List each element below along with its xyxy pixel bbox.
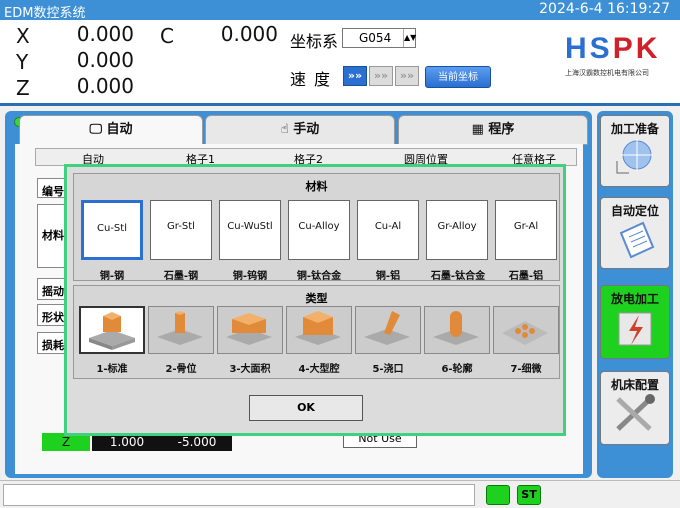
st-indicator: ST — [517, 485, 541, 505]
material-option-cu-al[interactable]: Cu-Al — [357, 200, 419, 260]
sidebar-item-auto-locate[interactable]: 自动定位 — [600, 197, 670, 269]
material-option-gr-al[interactable]: Gr-Al — [495, 200, 557, 260]
axis-x-value: 0.000 — [76, 22, 134, 46]
datetime: 2024-6-4 16:19:27 — [539, 1, 670, 17]
material-option-gr-alloy[interactable]: Gr-Alloy — [426, 200, 488, 260]
type-option-contour[interactable] — [424, 306, 490, 354]
axis-z-value: 0.000 — [76, 74, 134, 98]
type-option-rib[interactable] — [148, 306, 214, 354]
company-logo: HSPK 上海汉霸数控机电有限公司 — [565, 32, 669, 92]
type-option-standard[interactable] — [79, 306, 145, 354]
material-type-dialog: 材料 Cu-Stl Gr-Stl Cu-WuStl Cu-Alloy Cu-Al… — [64, 164, 566, 436]
material-label: 石墨-铝 — [508, 271, 544, 282]
block-large-cavity-icon — [295, 311, 341, 345]
logo-company: 上海汉霸数控机电有限公司 — [565, 69, 649, 77]
types-group: 类型 1-标准 2-骨位 3-大面积 4-大型腔 5-浇口 6-轮廓 7-细微 — [73, 285, 560, 379]
coord-system-select[interactable]: G054 ▲▼ — [342, 28, 416, 48]
material-option-cu-wustl[interactable]: Cu-WuStl — [219, 200, 281, 260]
material-label: 石墨-钛合金 — [430, 271, 486, 282]
message-field — [3, 484, 475, 506]
title-bar: EDM数控系统 2024-6-4 16:19:27 — [0, 0, 680, 21]
chevron-down-icon: ▲▼ — [403, 29, 416, 47]
type-label: 7-细微 — [510, 364, 542, 375]
status-indicator — [486, 485, 510, 505]
block-rib-icon — [157, 311, 203, 345]
position-header: X 0.000 Y 0.000 Z 0.000 C 0.000 坐标系 G054… — [0, 20, 680, 106]
monitor-icon: 🖵 — [89, 122, 102, 137]
material-label: 铜-钨钢 — [232, 271, 268, 282]
type-label: 1-标准 — [96, 364, 128, 375]
tools-icon — [616, 394, 655, 431]
clipboard-icon — [619, 221, 655, 259]
material-option-cu-stl[interactable]: Cu-Stl — [81, 200, 143, 260]
current-coord-button[interactable]: 当前坐标 — [425, 66, 491, 88]
app-window: EDM数控系统 2024-6-4 16:19:27 X 0.000 Y 0.00… — [0, 0, 680, 508]
type-label: 2-骨位 — [165, 364, 197, 375]
material-label: 铜-钛合金 — [296, 271, 342, 282]
material-label: 石墨-钢 — [163, 271, 199, 282]
block-contour-icon — [433, 311, 479, 345]
tab-auto[interactable]: 🖵 自动 — [19, 115, 203, 145]
speed-level-1-button[interactable]: »» — [343, 66, 367, 86]
status-bar: ST — [0, 480, 680, 508]
axis-c-value: 0.000 — [220, 22, 278, 46]
types-title: 类型 — [305, 292, 328, 305]
type-label: 5-浇口 — [372, 364, 404, 375]
type-label: 6-轮廓 — [441, 364, 473, 375]
type-label: 3-大面积 — [229, 364, 271, 375]
tab-program[interactable]: ▦ 程序 — [398, 115, 588, 145]
sidebar-item-edm-machining[interactable]: 放电加工 — [600, 285, 670, 359]
sidebar: 加工准备 自动定位 放电加工 机床配置 — [597, 111, 673, 478]
crosshair-icon — [616, 139, 653, 174]
sidebar-item-prepare[interactable]: 加工准备 — [600, 115, 670, 187]
type-option-fine[interactable] — [493, 306, 559, 354]
tab-manual[interactable]: ☝ 手动 — [205, 115, 395, 145]
block-large-area-icon — [226, 313, 272, 345]
type-option-large-cavity[interactable] — [286, 306, 352, 354]
material-label: 铜-铝 — [375, 271, 401, 282]
coord-system-value: G054 — [359, 31, 392, 45]
ok-button[interactable]: OK — [249, 395, 363, 421]
speed-label: 速度 — [290, 70, 339, 89]
grid-icon: ▦ — [471, 122, 484, 137]
spark-icon — [618, 312, 652, 346]
materials-title: 材料 — [305, 180, 328, 193]
coord-system-label: 坐标系 — [290, 32, 339, 51]
type-option-gate[interactable] — [355, 306, 421, 354]
type-option-large-area[interactable] — [217, 306, 283, 354]
material-option-gr-stl[interactable]: Gr-Stl — [150, 200, 212, 260]
block-gate-icon — [364, 311, 410, 345]
material-label: 铜-钢 — [99, 271, 125, 282]
speed-level-2-button[interactable]: »» — [369, 66, 393, 86]
materials-group: 材料 Cu-Stl Gr-Stl Cu-WuStl Cu-Alloy Cu-Al… — [73, 173, 560, 282]
logo-brand: HSPK — [565, 32, 661, 65]
hand-icon: ☝ — [280, 122, 289, 137]
speed-level-3-button[interactable]: »» — [395, 66, 419, 86]
sidebar-item-machine-config[interactable]: 机床配置 — [600, 371, 670, 445]
block-standard-icon — [89, 312, 135, 350]
axis-y-value: 0.000 — [76, 48, 134, 72]
type-label: 4-大型腔 — [298, 364, 340, 375]
app-title: EDM数控系统 — [4, 6, 86, 21]
material-option-cu-alloy[interactable]: Cu-Alloy — [288, 200, 350, 260]
block-fine-icon — [502, 321, 548, 345]
